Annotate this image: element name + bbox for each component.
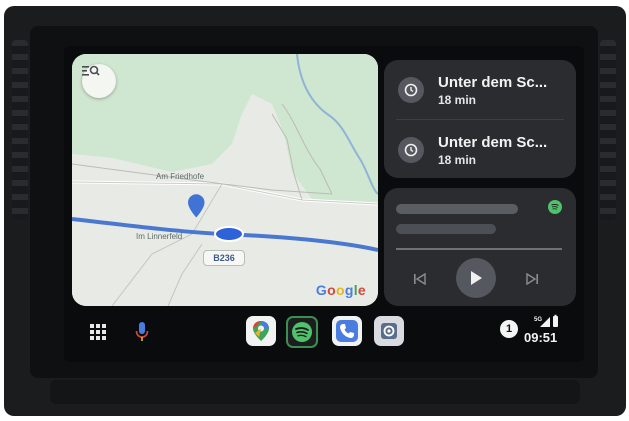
google-maps-app-button[interactable] — [246, 316, 276, 346]
map-canvas[interactable] — [72, 54, 378, 306]
divider — [396, 119, 564, 120]
notification-badge[interactable]: 1 — [500, 320, 518, 338]
spotify-icon — [292, 322, 312, 342]
street-label-2: Im Linnerfeld — [136, 232, 183, 241]
play-button[interactable] — [456, 258, 496, 298]
navigation-suggestion-2[interactable]: Unter dem Sc... 18 min — [384, 122, 576, 178]
android-auto-dock: 1 5G 09:51 — [72, 312, 578, 356]
phone-icon — [336, 320, 358, 342]
track-title-placeholder — [396, 204, 518, 214]
map-search-button[interactable] — [82, 64, 116, 98]
street-label: Am Friedhofe — [156, 172, 205, 181]
next-button[interactable] — [520, 268, 544, 290]
settings-app-button[interactable] — [374, 316, 404, 346]
voice-assistant-button[interactable] — [130, 318, 154, 346]
previous-icon — [414, 273, 426, 285]
left-vent — [12, 40, 28, 220]
history-clock-icon — [398, 77, 424, 103]
status-icons: 5G — [526, 314, 566, 328]
road-number-badge: B236 — [203, 250, 245, 266]
navigation-suggestions-card: Unter dem Sc... 18 min Unter dem Sc... 1… — [384, 60, 576, 178]
map-card[interactable]: Am Friedhofe Im Linnerfeld B236 Google — [72, 54, 378, 306]
history-clock-icon — [398, 137, 424, 163]
spotify-icon — [548, 200, 562, 214]
media-player-card[interactable] — [384, 188, 576, 306]
app-launcher-button[interactable] — [86, 320, 110, 344]
spotify-app-button[interactable] — [286, 316, 318, 348]
phone-app-button[interactable] — [332, 316, 362, 346]
clock: 09:51 — [524, 330, 558, 345]
play-icon — [471, 271, 482, 285]
dashboard-lower-trim — [50, 380, 580, 404]
app-grid-icon — [90, 324, 106, 340]
previous-button[interactable] — [408, 268, 432, 290]
destination-eta: 18 min — [438, 152, 477, 167]
navigation-suggestion-1[interactable]: Unter dem Sc... 18 min — [384, 62, 576, 118]
progress-bar[interactable] — [396, 248, 562, 250]
signal-battery-icon: 5G — [534, 314, 558, 327]
search-list-icon — [82, 65, 100, 76]
destination-title: Unter dem Sc... — [438, 133, 548, 151]
next-icon — [526, 273, 538, 285]
microphone-icon — [135, 322, 149, 341]
google-logo: Google — [315, 282, 366, 298]
destination-title: Unter dem Sc... — [438, 73, 548, 91]
google-maps-icon — [253, 321, 269, 341]
track-artist-placeholder — [396, 224, 496, 234]
destination-eta: 18 min — [438, 92, 477, 107]
right-vent — [600, 40, 616, 220]
svg-text:5G: 5G — [534, 317, 542, 323]
settings-icon — [381, 323, 397, 339]
